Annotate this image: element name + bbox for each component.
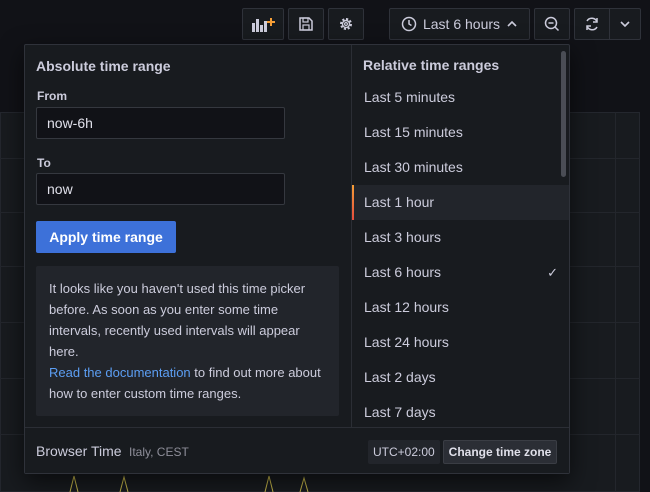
absolute-time-range-section: Absolute time range From now-6h To now A… — [25, 45, 351, 427]
relative-time-ranges-list: Last 5 minutes Last 15 minutes Last 30 m… — [352, 80, 569, 427]
time-range-picker-button[interactable]: Last 6 hours — [389, 8, 530, 40]
change-time-zone-button[interactable]: Change time zone — [443, 440, 557, 464]
settings-gear-icon — [338, 16, 354, 32]
to-label: To — [37, 156, 51, 170]
refresh-dashboard-button[interactable] — [574, 8, 610, 40]
zoom-out-button[interactable] — [534, 8, 570, 40]
dashboard-settings-button[interactable] — [328, 8, 364, 40]
relative-range-option-hovered[interactable]: Last 1 hour — [352, 185, 569, 220]
relative-time-ranges-title: Relative time ranges — [363, 57, 500, 73]
save-dashboard-button[interactable] — [288, 8, 324, 40]
time-zone-footer: Browser Time Italy, CEST UTC+02:00 Chang… — [25, 427, 569, 473]
timezone-name: Italy, CEST — [129, 445, 189, 459]
from-input[interactable]: now-6h — [36, 107, 285, 139]
time-range-label: Last 6 hours — [422, 16, 501, 32]
relative-list-scrollbar[interactable] — [561, 51, 566, 177]
browser-time-label: Browser Time — [36, 443, 122, 459]
relative-range-option[interactable]: Last 12 hours — [352, 290, 569, 325]
save-icon — [298, 16, 314, 32]
relative-range-option[interactable]: Last 5 minutes — [352, 80, 569, 115]
refresh-interval-dropdown[interactable] — [609, 8, 641, 40]
help-text: It looks like you haven't used this time… — [49, 281, 306, 359]
add-panel-button[interactable] — [242, 8, 284, 40]
relative-range-option-selected[interactable]: Last 6 hours ✓ — [352, 255, 569, 290]
relative-range-option[interactable]: Last 7 days — [352, 395, 569, 427]
background-chart-series — [69, 475, 309, 492]
time-picker-help-box: It looks like you haven't used this time… — [36, 266, 339, 416]
documentation-link[interactable]: Read the documentation — [49, 365, 191, 380]
relative-range-option[interactable]: Last 3 hours — [352, 220, 569, 255]
apply-time-range-button[interactable]: Apply time range — [36, 221, 176, 253]
to-input[interactable]: now — [36, 173, 285, 205]
panel-gridline-vertical — [615, 112, 616, 492]
clock-icon — [401, 16, 417, 32]
chevron-up-icon — [506, 18, 518, 30]
chevron-down-icon — [619, 18, 631, 30]
relative-range-option[interactable]: Last 30 minutes — [352, 150, 569, 185]
zoom-out-icon — [544, 16, 560, 32]
relative-range-option[interactable]: Last 15 minutes — [352, 115, 569, 150]
from-label: From — [37, 89, 67, 103]
relative-range-option[interactable]: Last 24 hours — [352, 325, 569, 360]
refresh-icon — [584, 16, 600, 32]
relative-range-option[interactable]: Last 2 days — [352, 360, 569, 395]
relative-time-ranges-section: Relative time ranges Last 5 minutes Last… — [351, 45, 569, 427]
checkmark-icon: ✓ — [547, 265, 558, 280]
time-picker-popover: Absolute time range From now-6h To now A… — [24, 44, 570, 474]
add-panel-icon — [251, 16, 275, 32]
utc-offset-badge: UTC+02:00 — [368, 440, 440, 464]
absolute-time-range-title: Absolute time range — [36, 58, 171, 74]
